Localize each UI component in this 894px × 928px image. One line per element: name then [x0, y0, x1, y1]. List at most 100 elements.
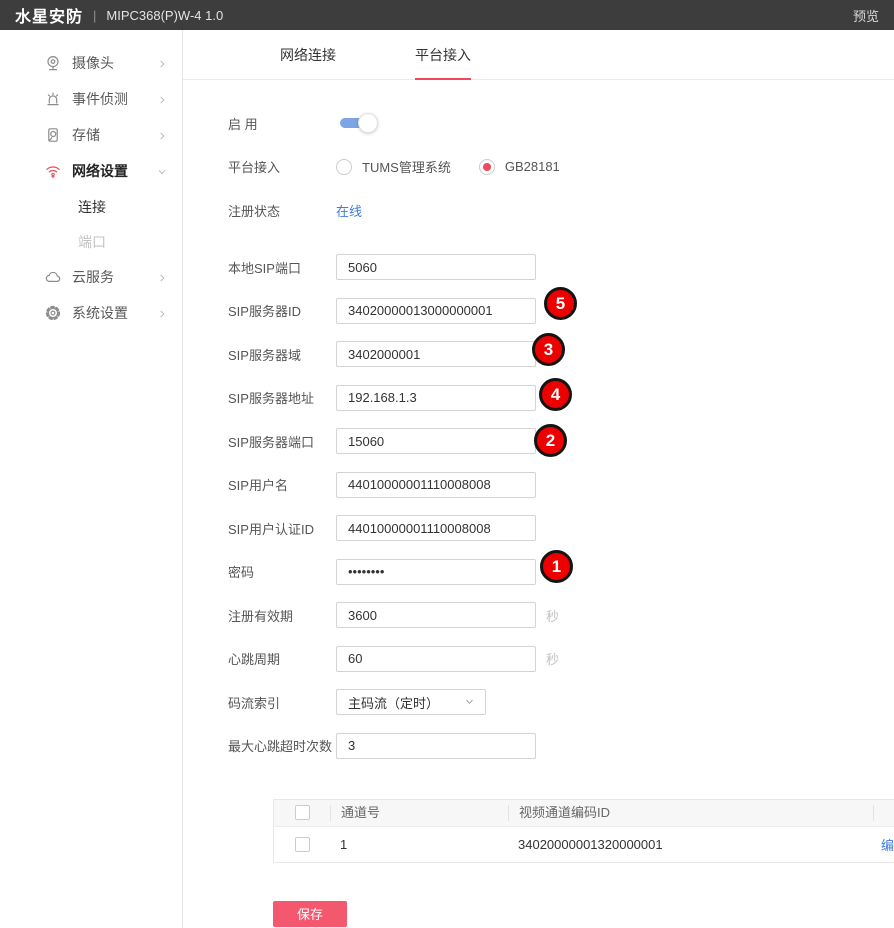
sip-server-address-input[interactable]: [336, 385, 536, 411]
toggle-knob-icon: [358, 113, 378, 133]
sip-username-input[interactable]: [336, 472, 536, 498]
sip-server-port-label: SIP服务器端口: [228, 432, 336, 451]
sidebar-item-storage[interactable]: 存储: [0, 117, 182, 153]
stream-index-value: 主码流（定时）: [348, 693, 439, 712]
storage-icon: [44, 126, 62, 144]
sidebar-item-label: 云服务: [72, 267, 114, 287]
sidebar-item-label: 事件侦测: [72, 89, 128, 109]
password-row: 密码: [228, 559, 894, 585]
preview-link[interactable]: 预览: [853, 6, 879, 25]
table-header-row: 通道号视频通道编码ID: [274, 800, 894, 826]
wifi-icon: [44, 162, 62, 180]
enable-row: 启 用: [228, 110, 894, 136]
stream-index-select[interactable]: 主码流（定时）: [336, 689, 486, 715]
heartbeat-period-input[interactable]: [336, 646, 536, 672]
sidebar-item-label: 系统设置: [72, 303, 128, 323]
sip-server-id-row: SIP服务器ID: [228, 298, 894, 324]
sip-server-id-input[interactable]: [336, 298, 536, 324]
sidebar-item-label: 网络设置: [72, 161, 128, 181]
password-label: 密码: [228, 562, 336, 581]
sip-server-port-row: SIP服务器端口: [228, 428, 894, 454]
heartbeat-period-label: 心跳周期: [228, 649, 336, 668]
register-status-label: 注册状态: [228, 201, 336, 220]
sidebar: 摄像头事件侦测存储网络设置连接端口云服务系统设置: [0, 30, 183, 928]
heartbeat-period-unit: 秒: [546, 649, 559, 668]
cell-video-id: 34020000001320000001: [508, 837, 873, 852]
radio-option-gb28181[interactable]: GB28181: [479, 159, 560, 175]
device-model: MIPC368(P)W-4 1.0: [106, 8, 223, 23]
register-validity-input[interactable]: [336, 602, 536, 628]
radio-option-tums[interactable]: TUMS管理系统: [336, 157, 451, 176]
platform-access-form: 启 用 平台接入 TUMS管理系统GB28181 注册状态 在线 本地SIP端口…: [183, 110, 894, 927]
sip-server-id-label: SIP服务器ID: [228, 301, 336, 320]
enable-toggle[interactable]: [340, 118, 370, 128]
register-status-value[interactable]: 在线: [336, 201, 362, 220]
sip-username-row: SIP用户名: [228, 472, 894, 498]
stream-index-label: 码流索引: [228, 693, 336, 712]
max-heartbeat-timeout-input[interactable]: [336, 733, 536, 759]
chevron-right-icon: [156, 307, 168, 319]
brand-logo: 水星安防: [15, 3, 83, 27]
sip-server-address-row: SIP服务器地址: [228, 385, 894, 411]
chevron-right-icon: [156, 271, 168, 283]
max-heartbeat-timeout-row: 最大心跳超时次数: [228, 733, 894, 759]
camera-icon: [44, 54, 62, 72]
cell-channel: 1: [330, 837, 508, 852]
radio-selected-icon: [479, 159, 495, 175]
gear-icon: [44, 304, 62, 322]
register-validity-row: 注册有效期 秒: [228, 602, 894, 628]
select-all-checkbox[interactable]: [295, 805, 310, 820]
stream-index-row: 码流索引主码流（定时）: [228, 689, 894, 715]
header-action: [873, 805, 894, 821]
radio-unselected-icon: [336, 159, 352, 175]
register-validity-label: 注册有效期: [228, 606, 336, 625]
register-validity-unit: 秒: [546, 606, 559, 625]
register-status-row: 注册状态 在线: [228, 197, 894, 223]
password-input[interactable]: [336, 559, 536, 585]
tab-network-connection[interactable]: 网络连接: [258, 30, 358, 79]
sidebar-item-label: 摄像头: [72, 53, 114, 73]
sidebar-item-cloud[interactable]: 云服务: [0, 259, 182, 295]
sidebar-item-system[interactable]: 系统设置: [0, 295, 182, 331]
main-content: 网络连接平台接入 启 用 平台接入 TUMS管理系统 GB28181 注册状态 在…: [183, 30, 894, 928]
alarm-icon: [44, 90, 62, 108]
sip-server-domain-label: SIP服务器域: [228, 345, 336, 364]
platform-type-row: 平台接入 TUMS管理系统GB28181: [228, 154, 894, 180]
edit-link[interactable]: 编辑: [881, 838, 894, 853]
sidebar-item-network[interactable]: 网络设置: [0, 153, 182, 189]
sidebar-subitem-connection[interactable]: 连接: [0, 189, 182, 224]
chevron-right-icon: [156, 129, 168, 141]
cloud-icon: [44, 268, 62, 286]
sip-user-auth-id-input[interactable]: [336, 515, 536, 541]
radio-label: GB28181: [505, 159, 560, 174]
local-sip-port-input[interactable]: [336, 254, 536, 280]
sip-user-auth-id-row: SIP用户认证ID: [228, 515, 894, 541]
max-heartbeat-timeout-label: 最大心跳超时次数: [228, 736, 336, 755]
sip-username-label: SIP用户名: [228, 475, 336, 494]
header-video-id: 视频通道编码ID: [508, 805, 873, 821]
top-bar: 水星安防 | MIPC368(P)W-4 1.0 预览: [0, 0, 894, 30]
sip-user-auth-id-label: SIP用户认证ID: [228, 519, 336, 538]
channel-table: 通道号视频通道编码ID 134020000001320000001 编辑: [273, 799, 894, 863]
tab-platform-access[interactable]: 平台接入: [393, 30, 493, 79]
sip-server-domain-input[interactable]: [336, 341, 536, 367]
header-channel: 通道号: [330, 805, 508, 821]
enable-label: 启 用: [228, 114, 336, 133]
chevron-right-icon: [156, 93, 168, 105]
brand-separator: |: [93, 8, 96, 23]
local-sip-port-row: 本地SIP端口: [228, 254, 894, 280]
tab-bar: 网络连接平台接入: [183, 30, 894, 80]
sip-server-port-input[interactable]: [336, 428, 536, 454]
sidebar-item-event[interactable]: 事件侦测: [0, 81, 182, 117]
table-row: 134020000001320000001 编辑: [274, 826, 894, 862]
chevron-down-icon: [156, 165, 168, 177]
save-button[interactable]: 保存: [273, 901, 347, 927]
radio-label: TUMS管理系统: [362, 157, 451, 176]
chevron-down-icon: [464, 695, 475, 710]
sidebar-item-camera[interactable]: 摄像头: [0, 45, 182, 81]
chevron-right-icon: [156, 57, 168, 69]
local-sip-port-label: 本地SIP端口: [228, 258, 336, 277]
sidebar-item-label: 存储: [72, 125, 100, 145]
row-checkbox[interactable]: [295, 837, 310, 852]
sidebar-subitem-port[interactable]: 端口: [0, 224, 182, 259]
